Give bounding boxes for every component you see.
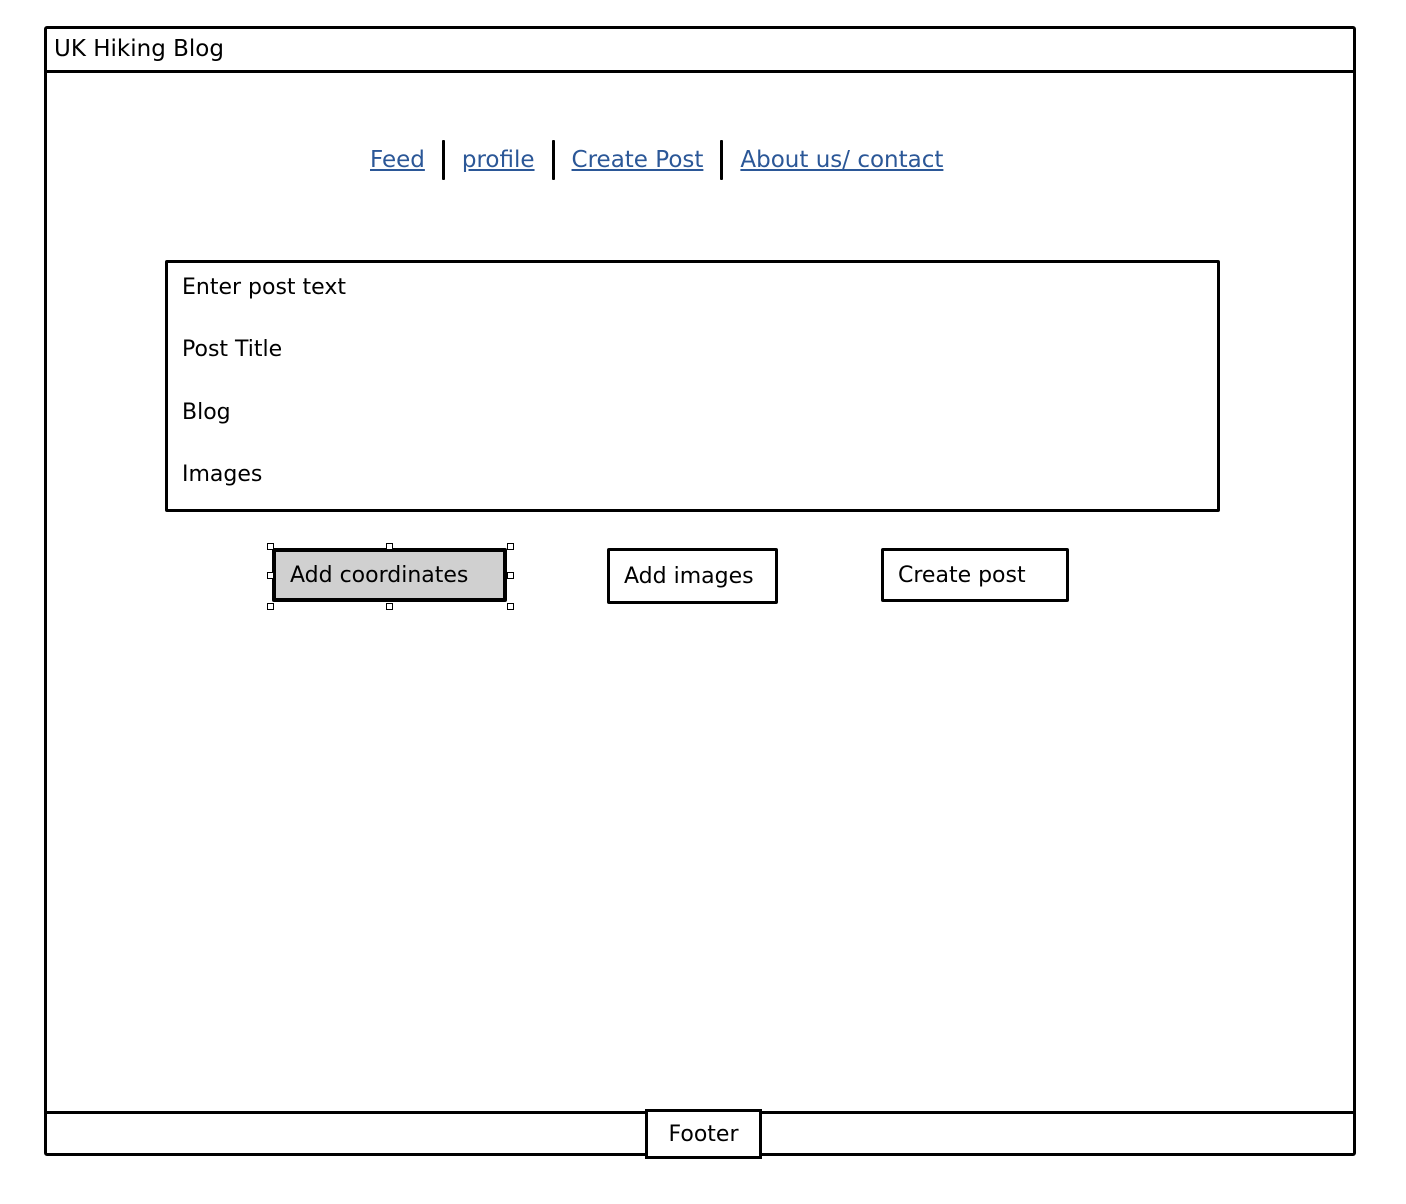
nav-link-profile[interactable]: profile: [462, 147, 535, 173]
nav-link-feed[interactable]: Feed: [370, 147, 425, 173]
post-text-field[interactable]: Enter post text: [182, 274, 346, 302]
app-title: UK Hiking Blog: [54, 36, 224, 62]
post-title-field[interactable]: Post Title: [182, 336, 282, 364]
nav-separator: [441, 140, 445, 180]
selection-handle[interactable]: [267, 603, 274, 610]
create-post-label: Create post: [898, 562, 1026, 588]
add-coordinates-label: Add coordinates: [290, 562, 469, 588]
selection-handle[interactable]: [267, 543, 274, 550]
footer-label: Footer: [668, 1121, 739, 1147]
blog-field[interactable]: Blog: [182, 399, 231, 427]
create-post-button[interactable]: Create post: [881, 548, 1069, 602]
nav-separator: [551, 140, 555, 180]
post-entry-box[interactable]: Enter post text Post Title Blog Images: [165, 260, 1220, 512]
selection-handle[interactable]: [386, 603, 393, 610]
add-images-label: Add images: [624, 563, 754, 589]
add-images-button[interactable]: Add images: [607, 548, 778, 604]
nav-link-about-contact[interactable]: About us/ contact: [740, 147, 943, 173]
selection-handle[interactable]: [386, 543, 393, 550]
nav-link-create-post[interactable]: Create Post: [572, 147, 704, 173]
footer: Footer: [645, 1109, 762, 1159]
selection-handle[interactable]: [267, 572, 274, 579]
nav-separator: [720, 140, 724, 180]
images-field[interactable]: Images: [182, 461, 262, 489]
main-nav: Feed profile Create Post About us/ conta…: [370, 138, 943, 182]
selection-handle[interactable]: [507, 543, 514, 550]
title-bar: UK Hiking Blog: [44, 26, 1356, 73]
selection-handle[interactable]: [507, 572, 514, 579]
selection-handle[interactable]: [507, 603, 514, 610]
add-coordinates-button[interactable]: Add coordinates: [272, 548, 507, 602]
